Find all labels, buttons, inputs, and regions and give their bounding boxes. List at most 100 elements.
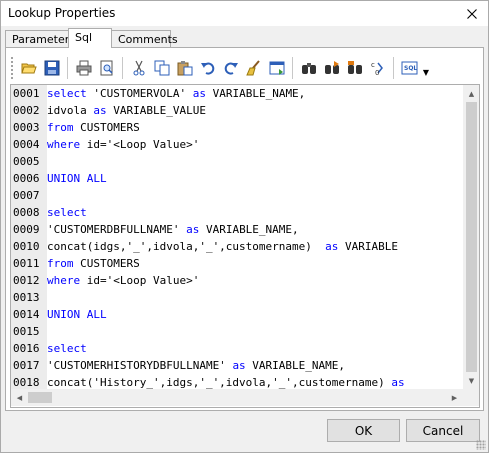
cut-button[interactable] <box>127 57 150 80</box>
clear-button[interactable] <box>242 57 265 80</box>
sql-keyword: select <box>47 87 87 100</box>
editor-toolbar: c 0 SQL ▼ <box>10 52 480 84</box>
sql-text: idvola <box>47 104 94 117</box>
sql-code-area[interactable]: 0001 select 'CUSTOMERVOLA' as VARIABLE_NA… <box>11 85 463 389</box>
tab-parameters[interactable]: Parameters <box>5 30 75 48</box>
find-all-button[interactable]: c 0 <box>366 57 389 80</box>
sql-tab-panel: c 0 SQL ▼ 0001 select 'CUSTOMERVOLA' as V… <box>5 47 484 411</box>
code-line[interactable]: 0008 select <box>11 204 463 221</box>
title-bar: Lookup Properties <box>1 1 488 26</box>
cancel-button-label: Cancel <box>422 423 464 438</box>
code-line[interactable]: 0012 where id='<Loop Value>' <box>11 272 463 289</box>
line-number: 0005 <box>13 155 40 168</box>
scroll-right-arrow-icon[interactable]: ▶ <box>446 389 463 406</box>
code-line[interactable]: 0010 concat(idgs,'_',idvola,'_',customern… <box>11 238 463 255</box>
save-icon <box>44 60 59 76</box>
sql-keyword: from <box>47 121 74 134</box>
insert-button[interactable] <box>265 57 288 80</box>
code-line[interactable]: 0006 UNION ALL <box>11 170 463 187</box>
sql-keyword: where <box>47 138 81 151</box>
find-replace-button[interactable] <box>343 57 366 80</box>
open-button[interactable] <box>17 57 40 80</box>
sql-text: VARIABLE <box>338 240 399 253</box>
ok-button-label: OK <box>354 423 373 438</box>
tab-sql[interactable]: Sql <box>68 28 112 48</box>
save-button[interactable] <box>40 57 63 80</box>
find-replace-icon <box>347 61 362 74</box>
scroll-up-arrow-icon[interactable]: ▲ <box>463 85 479 102</box>
toolbar-separator <box>67 57 68 79</box>
scroll-left-arrow-icon[interactable]: ◀ <box>11 389 28 406</box>
vertical-scroll-thumb[interactable] <box>466 102 477 372</box>
find-button[interactable] <box>297 57 320 80</box>
sql-editor[interactable]: 0001 select 'CUSTOMERVOLA' as VARIABLE_NA… <box>10 84 480 408</box>
code-line[interactable]: 0016 select <box>11 340 463 357</box>
code-line[interactable]: 0009 'CUSTOMERDBFULLNAME' as VARIABLE_NAM… <box>11 221 463 238</box>
scroll-down-arrow-icon[interactable]: ▼ <box>463 372 479 389</box>
redo-button[interactable] <box>219 57 242 80</box>
paste-button[interactable] <box>173 57 196 80</box>
line-number: 0001 <box>13 87 40 100</box>
code-line[interactable]: 0005 <box>11 153 463 170</box>
print-preview-icon <box>100 60 113 76</box>
toolbar-grip[interactable] <box>10 56 14 80</box>
code-line[interactable]: 0003 from CUSTOMERS <box>11 119 463 136</box>
resize-grip[interactable] <box>476 440 486 450</box>
close-icon <box>467 8 477 19</box>
vertical-scrollbar[interactable]: ▲ ▼ <box>463 85 479 389</box>
sql-format-button[interactable]: SQL <box>398 57 421 80</box>
sql-keyword: UNION ALL <box>47 308 107 321</box>
horizontal-scroll-thumb[interactable] <box>28 392 52 403</box>
code-line[interactable]: 0011 from CUSTOMERS <box>11 255 463 272</box>
ok-button[interactable]: OK <box>327 419 400 442</box>
code-line[interactable]: 0004 where id='<Loop Value>' <box>11 136 463 153</box>
cancel-button[interactable]: Cancel <box>406 419 480 442</box>
line-number: 0018 <box>13 376 40 389</box>
code-line[interactable]: 0013 <box>11 289 463 306</box>
line-number: 0012 <box>13 274 40 287</box>
find-next-button[interactable] <box>320 57 343 80</box>
line-number: 0004 <box>13 138 40 151</box>
tab-comments[interactable]: Comments <box>111 30 178 48</box>
paste-icon <box>177 61 192 76</box>
code-line[interactable]: 0002 idvola as VARIABLE_VALUE <box>11 102 463 119</box>
toolbar-separator <box>292 57 293 79</box>
code-line[interactable]: 0001 select 'CUSTOMERVOLA' as VARIABLE_NA… <box>11 85 463 102</box>
window-title: Lookup Properties <box>8 6 116 20</box>
horizontal-scrollbar[interactable]: ◀ ▶ <box>11 389 463 406</box>
print-preview-button[interactable] <box>95 57 118 80</box>
sql-keyword: as <box>93 104 107 117</box>
undo-button[interactable] <box>196 57 219 80</box>
code-line[interactable]: 0017 'CUSTOMERHISTORYDBFULLNAME' as VARIA… <box>11 357 463 374</box>
line-number: 0015 <box>13 325 40 338</box>
line-number: 0006 <box>13 172 40 185</box>
sql-keyword: where <box>47 274 81 287</box>
toolbar-separator <box>122 57 123 79</box>
find-icon <box>301 63 316 74</box>
code-line[interactable]: 0015 <box>11 323 463 340</box>
lookup-properties-dialog: Lookup Properties Parameters Sql Comment… <box>0 0 489 453</box>
sql-keyword: from <box>47 257 74 270</box>
svg-text:SQL: SQL <box>404 65 417 72</box>
insert-icon <box>269 61 284 75</box>
code-line[interactable]: 0007 <box>11 187 463 204</box>
line-number: 0009 <box>13 223 40 236</box>
svg-text:c: c <box>371 61 375 69</box>
sql-text: concat('History_',idgs,'_',idvola,'_',cu… <box>47 376 392 389</box>
sql-text: CUSTOMERS <box>73 121 140 134</box>
find-next-icon <box>324 61 339 74</box>
copy-icon <box>154 60 169 76</box>
find-all-icon: c 0 <box>371 61 383 76</box>
toolbar-separator <box>393 57 394 79</box>
line-number: 0007 <box>13 189 40 202</box>
close-button[interactable] <box>456 1 488 26</box>
sql-text: VARIABLE_NAME, <box>199 223 299 236</box>
print-button[interactable] <box>72 57 95 80</box>
code-line[interactable]: 0014 UNION ALL <box>11 306 463 323</box>
line-number: 0011 <box>13 257 40 270</box>
sql-keyword: UNION ALL <box>47 172 107 185</box>
chevron-down-icon: ▼ <box>422 67 430 77</box>
code-line[interactable]: 0018 concat('History_',idgs,'_',idvola,'_… <box>11 374 463 389</box>
copy-button[interactable] <box>150 57 173 80</box>
toolbar-overflow-button[interactable]: ▼ <box>421 57 431 80</box>
